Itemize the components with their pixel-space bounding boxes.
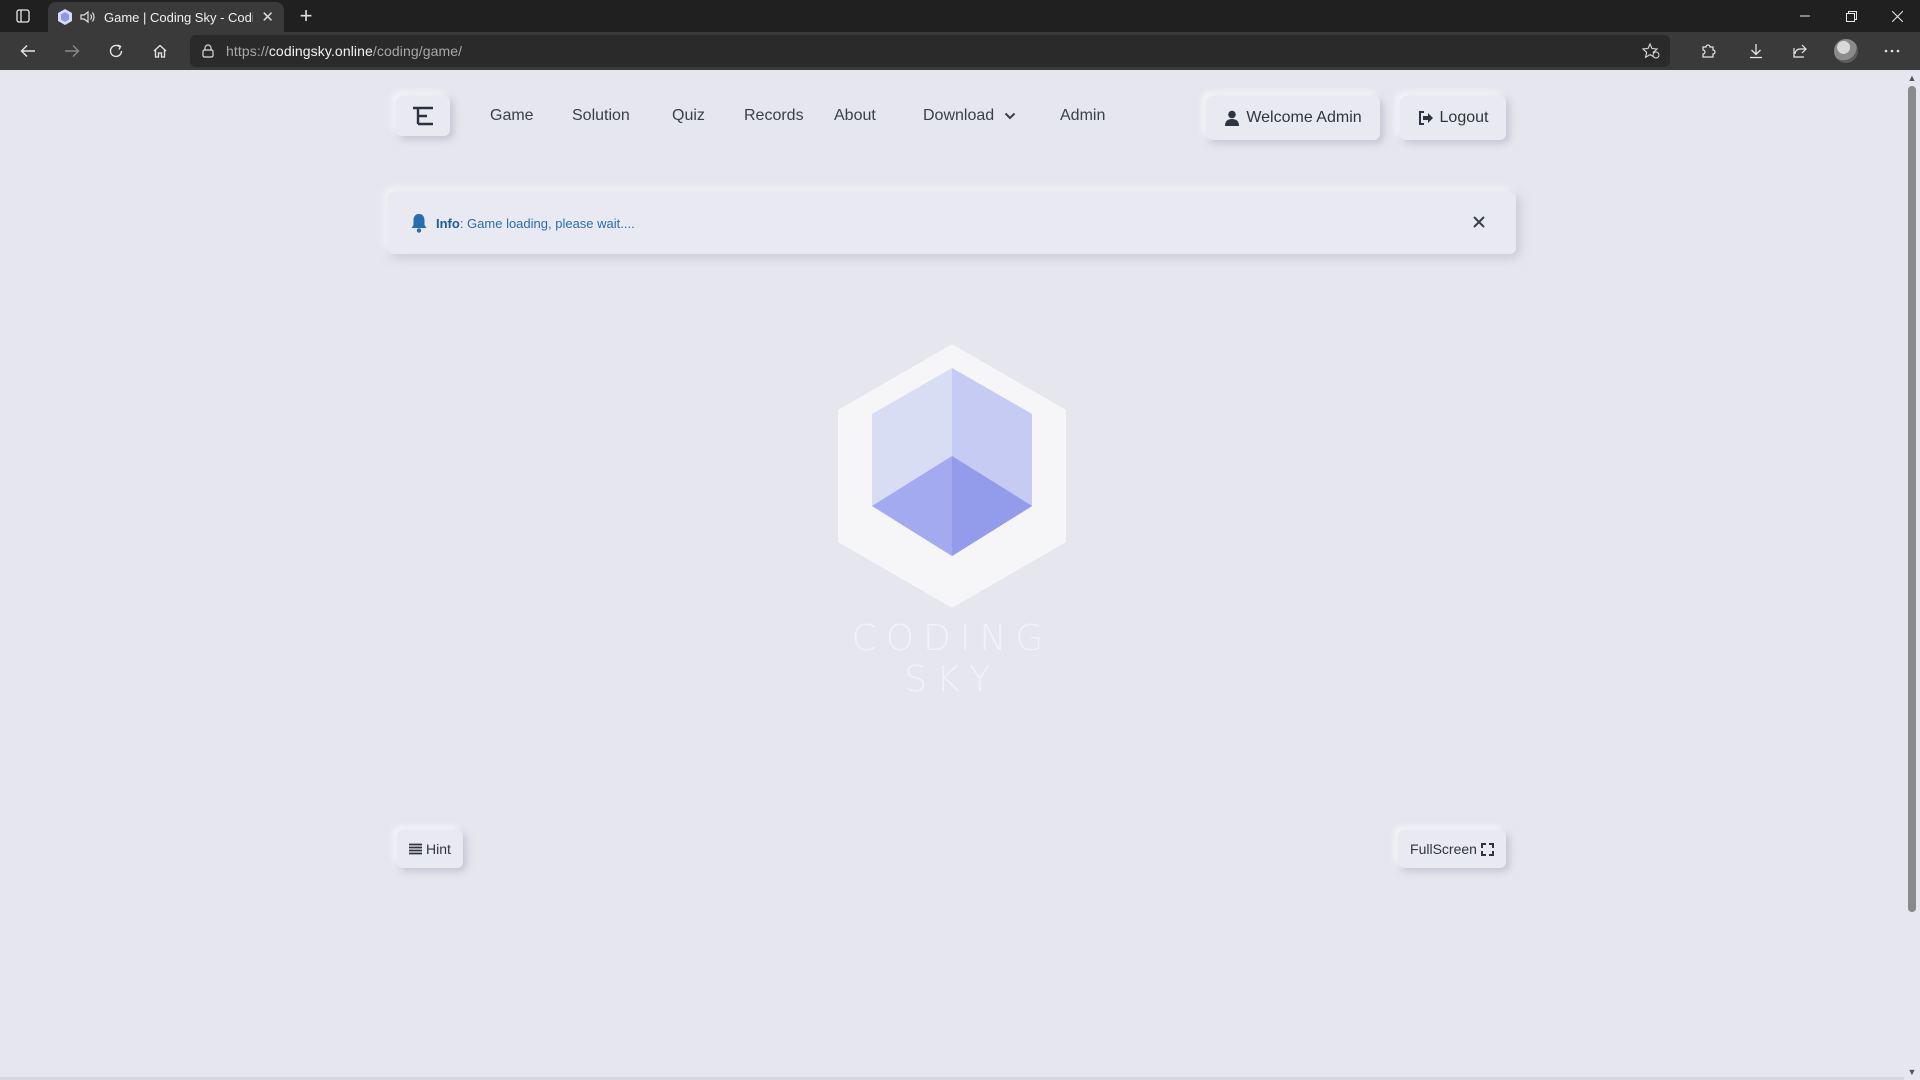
forward-icon[interactable]	[54, 32, 90, 70]
scroll-up-icon[interactable]: ▲	[1907, 73, 1917, 83]
fullscreen-label: FullScreen	[1410, 841, 1477, 857]
site-favicon-icon	[58, 9, 72, 25]
lock-icon[interactable]	[202, 44, 214, 58]
profile-avatar[interactable]	[1828, 32, 1864, 70]
alert-text: : Game loading, please wait....	[459, 215, 635, 231]
favorites-star-icon[interactable]	[1641, 42, 1660, 64]
hint-button[interactable]: Hint	[397, 830, 463, 868]
site-navbar: Game Solution Quiz Records About Downloa…	[396, 96, 1506, 140]
more-menu-icon[interactable]	[1874, 32, 1910, 70]
tab-close-icon[interactable]: ✕	[261, 8, 274, 26]
url-path: /coding/game/	[372, 43, 463, 59]
welcome-admin-label: Welcome Admin	[1246, 109, 1362, 126]
expand-icon	[1480, 842, 1494, 856]
alert-message: Info: Game loading, please wait....	[436, 216, 635, 231]
extensions-icon[interactable]	[1690, 32, 1726, 70]
alert-close-button[interactable]	[1468, 211, 1490, 233]
sidebar-toggle-icon	[413, 106, 433, 126]
reload-icon[interactable]	[98, 32, 134, 70]
browser-tab[interactable]: Game | Coding Sky - Coding Sky ✕	[48, 2, 284, 32]
coding-sky-logo-icon	[838, 344, 1066, 608]
bell-icon	[411, 214, 427, 233]
close-window-icon[interactable]	[1874, 0, 1920, 32]
url-host: codingsky.online	[268, 43, 373, 59]
home-icon[interactable]	[142, 32, 178, 70]
nav-link-solution[interactable]: Solution	[572, 104, 630, 128]
close-icon	[1473, 216, 1485, 228]
restore-icon[interactable]	[1828, 0, 1874, 32]
hint-label: Hint	[426, 841, 451, 857]
nav-link-download[interactable]: Download	[923, 104, 1016, 128]
url-scheme: https://	[226, 43, 269, 59]
nav-link-download-label: Download	[923, 107, 995, 124]
user-icon	[1225, 110, 1240, 126]
fullscreen-button[interactable]: FullScreen	[1398, 830, 1506, 868]
avatar	[1834, 39, 1858, 63]
url-text: https://codingsky.online/coding/game/	[226, 43, 462, 59]
logout-label: Logout	[1439, 109, 1489, 126]
alert-label: Info	[436, 215, 460, 231]
new-tab-icon[interactable]: +	[294, 3, 318, 28]
scrollbar-thumb[interactable]	[1908, 86, 1916, 912]
info-alert: Info: Game loading, please wait....	[388, 192, 1516, 254]
nav-link-records[interactable]: Records	[744, 104, 804, 128]
welcome-admin-button[interactable]: Welcome Admin	[1206, 96, 1380, 140]
sidebar-toggle-button[interactable]	[396, 96, 450, 136]
chevron-down-icon	[1004, 112, 1016, 120]
sign-out-icon	[1418, 111, 1433, 125]
nav-link-quiz[interactable]: Quiz	[672, 104, 705, 128]
tab-title: Game | Coding Sky - Coding Sky	[104, 9, 253, 25]
back-icon[interactable]	[10, 32, 46, 70]
minimize-icon[interactable]	[1782, 0, 1828, 32]
nav-link-about[interactable]: About	[834, 104, 876, 128]
address-bar[interactable]: https://codingsky.online/coding/game/	[190, 35, 1670, 67]
list-icon	[409, 843, 423, 855]
share-icon[interactable]	[1782, 32, 1818, 70]
nav-link-game[interactable]: Game	[490, 104, 534, 128]
scroll-down-icon[interactable]: ▼	[1907, 1067, 1917, 1077]
page-scrollbar[interactable]: ▲ ▼	[1904, 70, 1920, 1080]
logout-button[interactable]: Logout	[1400, 96, 1506, 140]
logo-wordmark: CODING SKY	[851, 618, 1053, 700]
nav-link-admin[interactable]: Admin	[1060, 104, 1105, 128]
tab-actions-icon	[16, 9, 30, 23]
tab-actions-button[interactable]	[0, 0, 46, 32]
window-controls	[1782, 0, 1920, 32]
speaker-icon[interactable]	[80, 10, 96, 24]
browser-toolbar: https://codingsky.online/coding/game/	[0, 32, 1920, 70]
downloads-icon[interactable]	[1738, 32, 1774, 70]
browser-tab-strip: Game | Coding Sky - Coding Sky ✕ +	[0, 0, 1920, 32]
